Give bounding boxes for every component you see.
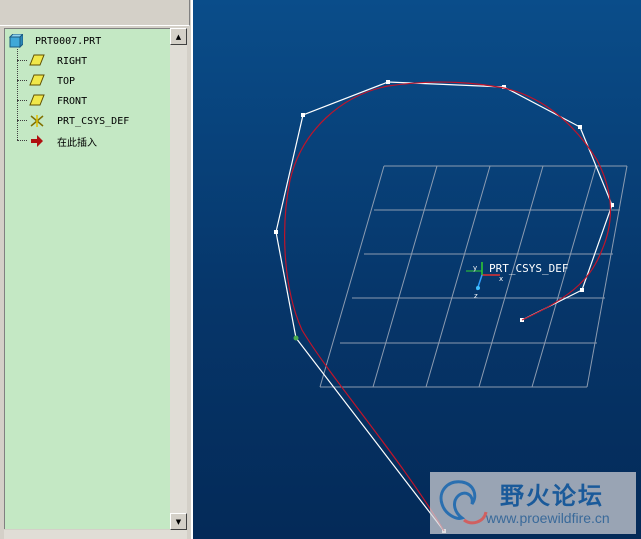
forum-watermark: 野火论坛 www.proewildfire.cn	[430, 472, 636, 534]
tree-horizontal-scrollbar[interactable]	[4, 530, 187, 539]
tree-item-label: FRONT	[57, 95, 88, 107]
tree-item-csys[interactable]: PRT_CSYS_DEF	[29, 113, 129, 129]
tree-item-label: 在此插入	[57, 137, 97, 149]
tree-item-root[interactable]: PRT0007.PRT	[8, 32, 102, 49]
tree-connector	[17, 80, 27, 81]
control-point	[386, 80, 390, 84]
axis-y-label: y	[473, 264, 477, 272]
tree-item-label: PRT0007.PRT	[35, 35, 102, 47]
tree-toolbar	[0, 0, 190, 26]
tree-item-top[interactable]: TOP	[29, 73, 75, 89]
csys-label: PRT_CSYS_DEF	[489, 262, 568, 275]
tree-connector	[17, 60, 27, 61]
control-points	[274, 80, 614, 533]
tree-connector	[17, 120, 27, 121]
spline-curve	[284, 81, 612, 532]
datum-plane-icon	[29, 94, 45, 108]
tree-vertical-scrollbar[interactable]: ▲ ▼	[170, 28, 187, 530]
control-point	[301, 113, 305, 117]
axis-x-label: x	[499, 275, 503, 283]
control-polygon	[275, 81, 613, 532]
tree-item-label: PRT_CSYS_DEF	[57, 115, 130, 127]
insert-here-arrow-icon	[29, 134, 45, 148]
scroll-down-button[interactable]: ▼	[170, 513, 187, 530]
control-point	[274, 230, 278, 234]
forum-logo-icon	[439, 480, 488, 525]
tree-connector	[17, 140, 27, 141]
model-graphics: PRT_CSYS_DEF y x z	[274, 80, 628, 533]
tree-item-right[interactable]: RIGHT	[29, 53, 87, 69]
scroll-up-button[interactable]: ▲	[170, 28, 187, 45]
control-point	[293, 335, 299, 341]
graphics-viewport[interactable]: PRT_CSYS_DEF y x z	[191, 0, 641, 539]
forum-url: www.proewildfire.cn	[486, 510, 610, 526]
coordinate-system-icon	[29, 114, 45, 128]
part-icon	[8, 32, 25, 49]
forum-title: 野火论坛	[500, 482, 604, 510]
tree-item-label: RIGHT	[57, 55, 88, 67]
datum-plane-icon	[29, 54, 45, 68]
tree-item-label: TOP	[57, 75, 76, 87]
axis-z-label: z	[474, 292, 478, 300]
datum-plane-icon	[29, 74, 45, 88]
tree-connector	[17, 100, 27, 101]
control-point	[580, 288, 584, 292]
control-point	[578, 125, 582, 129]
tree-item-front[interactable]: FRONT	[29, 93, 87, 109]
datum-plane-grid	[319, 165, 628, 388]
model-tree-panel: PRT0007.PRT RIGHT TOP FRONT PRT_CSYS_DEF…	[0, 0, 191, 539]
model-tree[interactable]: PRT0007.PRT RIGHT TOP FRONT PRT_CSYS_DEF…	[4, 28, 170, 529]
tree-connector	[17, 49, 18, 140]
tree-item-insert-here[interactable]: 在此插入	[29, 133, 97, 149]
